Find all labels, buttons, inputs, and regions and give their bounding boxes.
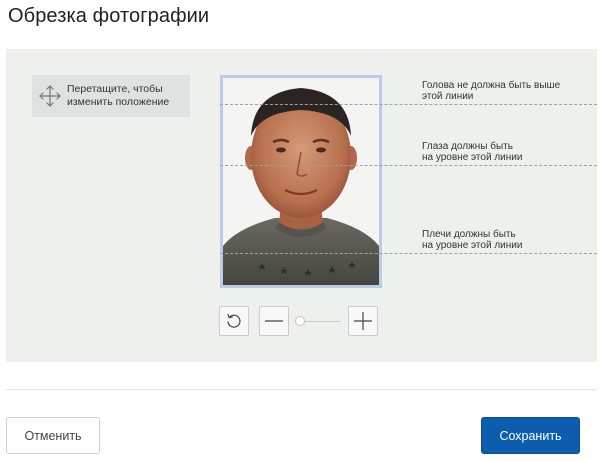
footer-divider <box>6 389 597 390</box>
head-guide-label-line-1: Голова не должна быть выше <box>422 80 561 91</box>
save-button[interactable]: Сохранить <box>481 417 580 454</box>
shoulders-guide-label-line-1: Плечи должны быть <box>422 229 516 240</box>
eyes-guide-label-line-1: Глаза должны быть <box>422 141 513 152</box>
zoom-slider[interactable] <box>295 316 341 326</box>
crop-stage: Перетащите, чтобы изменить положение Гол… <box>6 49 597 362</box>
head-guide-label: Голова не должна быть выше этой линии <box>422 80 592 102</box>
eyes-guide-label: Глаза должны быть на уровне этой линии <box>422 141 592 163</box>
rotate-button[interactable] <box>219 306 249 336</box>
head-guide-label-line-2: этой линии <box>422 91 474 102</box>
shoulders-guide-label-line-2: на уровне этой линии <box>422 240 523 251</box>
shoulders-guide-line <box>220 253 597 254</box>
head-guide-line <box>220 104 597 105</box>
photo-crop-dialog: Обрезка фотографии Перетащите, чтобы изм… <box>0 0 600 462</box>
shoulders-guide-label: Плечи должны быть на уровне этой линии <box>422 229 592 251</box>
page-title: Обрезка фотографии <box>8 5 210 27</box>
zoom-slider-knob[interactable] <box>295 316 305 326</box>
rotate-left-icon <box>227 313 241 328</box>
eyes-guide-line <box>220 165 597 166</box>
plus-icon <box>354 312 372 330</box>
eyes-guide-label-line-2: на уровне этой линии <box>422 152 523 163</box>
cancel-button[interactable]: Отменить <box>6 417 100 454</box>
drag-hint[interactable]: Перетащите, чтобы изменить положение <box>32 75 190 117</box>
drag-hint-text: Перетащите, чтобы изменить положение <box>67 83 169 109</box>
zoom-in-button[interactable] <box>348 306 378 336</box>
minus-icon <box>265 320 283 322</box>
zoom-out-button[interactable] <box>259 306 289 336</box>
drag-hint-line-2: изменить положение <box>67 96 170 108</box>
photo-crop-area[interactable] <box>220 75 382 288</box>
move-arrows-icon <box>39 85 61 107</box>
drag-hint-line-1: Перетащите, чтобы <box>67 83 163 95</box>
crop-controls <box>219 306 381 338</box>
